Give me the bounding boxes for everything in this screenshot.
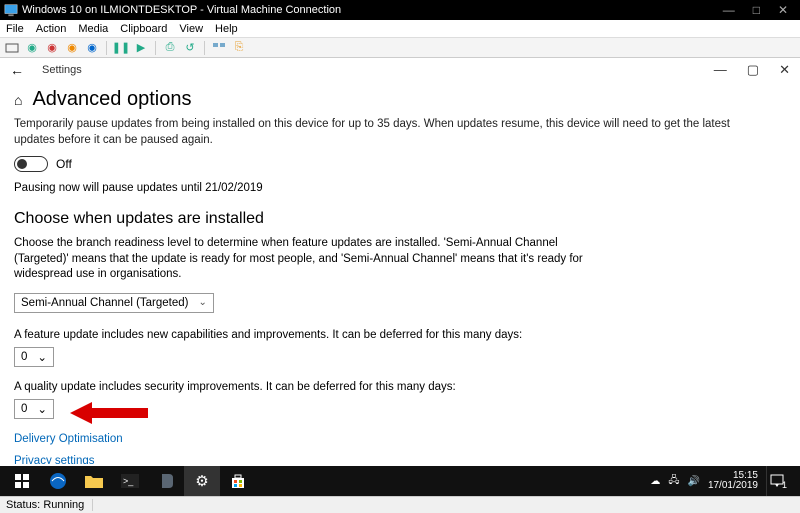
taskbar-terminal-icon[interactable]: >_ <box>112 466 148 496</box>
pause-description: Temporarily pause updates from being ins… <box>14 117 734 148</box>
reset-icon[interactable]: ▶ <box>133 40 149 56</box>
start-icon[interactable]: ◉ <box>24 40 40 56</box>
toolbar-separator <box>204 41 205 55</box>
svg-text:>_: >_ <box>123 476 134 486</box>
home-icon[interactable]: ⌂ <box>14 92 22 108</box>
feature-defer-days-value: 0 <box>21 351 27 363</box>
vm-status-value: Running <box>43 499 84 511</box>
shutdown-icon[interactable]: ◉ <box>64 40 80 56</box>
settings-minimize-button[interactable]: — <box>714 62 727 78</box>
taskbar-edge-icon[interactable] <box>40 466 76 496</box>
pause-until-note: Pausing now will pause updates until 21/… <box>14 182 786 194</box>
vm-menu-media[interactable]: Media <box>78 23 108 35</box>
taskbar-settings-icon[interactable]: ⚙ <box>184 466 220 496</box>
settings-content: ⌂ Advanced options Temporarily pause upd… <box>0 82 800 464</box>
save-icon[interactable]: ◉ <box>84 40 100 56</box>
settings-header: ← Settings — ▢ ✕ <box>0 58 800 82</box>
taskbar-store-icon[interactable] <box>220 466 256 496</box>
taskbar-evernote-icon[interactable] <box>148 466 184 496</box>
vm-status-bar: Status: Running <box>0 496 800 513</box>
tray-volume-icon[interactable]: 🔊 <box>687 476 699 487</box>
pause-icon[interactable]: ❚❚ <box>113 40 129 56</box>
page-title: Advanced options <box>32 88 191 111</box>
quality-update-label: A quality update includes security impro… <box>14 381 786 393</box>
action-center-button[interactable]: 1 <box>766 466 792 496</box>
toolbar-separator <box>155 41 156 55</box>
feature-update-label: A feature update includes new capabiliti… <box>14 329 786 341</box>
share-icon[interactable]: ⎘ <box>231 40 247 56</box>
vm-window-controls: — □ ✕ <box>723 3 796 17</box>
chevron-down-icon: ⌄ <box>37 350 47 364</box>
vm-titlebar: Windows 10 on ILMIONTDESKTOP - Virtual M… <box>0 0 800 20</box>
delivery-optimisation-link[interactable]: Delivery Optimisation <box>14 433 786 445</box>
pause-toggle-label: Off <box>56 157 72 171</box>
notification-count: 1 <box>782 480 787 490</box>
taskbar-file-explorer-icon[interactable] <box>76 466 112 496</box>
taskbar-date: 17/01/2019 <box>708 481 758 492</box>
toolbar-separator <box>106 41 107 55</box>
back-button[interactable]: ← <box>10 62 24 78</box>
choose-heading: Choose when updates are installed <box>14 210 786 228</box>
enhanced-session-icon[interactable] <box>211 40 227 56</box>
revert-icon[interactable]: ↺ <box>182 40 198 56</box>
pause-updates-toggle[interactable] <box>14 156 48 172</box>
vm-menubar: File Action Media Clipboard View Help <box>0 20 800 38</box>
annotation-arrow-icon <box>70 400 150 426</box>
vm-close-button[interactable]: ✕ <box>778 3 788 17</box>
vm-status-label: Status: <box>6 499 40 511</box>
chevron-down-icon: ⌄ <box>37 402 47 416</box>
vm-maximize-button[interactable]: □ <box>753 3 760 17</box>
quality-defer-days-value: 0 <box>21 403 27 415</box>
vm-menu-view[interactable]: View <box>179 23 203 35</box>
vm-app-icon <box>4 3 18 17</box>
vm-toolbar: ◉ ◉ ◉ ◉ ❚❚ ▶ ⎙ ↺ ⎘ <box>0 38 800 58</box>
start-button[interactable] <box>4 466 40 496</box>
vm-menu-clipboard[interactable]: Clipboard <box>120 23 167 35</box>
branch-readiness-value: Semi-Annual Channel (Targeted) <box>21 297 188 309</box>
pause-toggle-row: Off <box>14 156 786 172</box>
vm-minimize-button[interactable]: — <box>723 3 735 17</box>
vm-menu-help[interactable]: Help <box>215 23 238 35</box>
page-title-row: ⌂ Advanced options <box>14 88 786 111</box>
windows-taskbar: >_ ⚙ ☁ 🖧 🔊 15:15 17/01/2019 1 <box>0 466 800 496</box>
vm-menu-action[interactable]: Action <box>36 23 67 35</box>
quality-defer-days-select[interactable]: 0 ⌄ <box>14 399 54 419</box>
taskbar-clock[interactable]: 15:15 17/01/2019 <box>708 471 758 492</box>
ctrl-alt-del-icon[interactable] <box>4 40 20 56</box>
choose-description: Choose the branch readiness level to det… <box>14 236 614 283</box>
privacy-settings-link[interactable]: Privacy settings <box>14 455 786 464</box>
vm-menu-file[interactable]: File <box>6 23 24 35</box>
settings-app-name: Settings <box>42 64 82 76</box>
vm-window-title: Windows 10 on ILMIONTDESKTOP - Virtual M… <box>22 4 723 16</box>
system-tray: ☁ 🖧 🔊 15:15 17/01/2019 1 <box>650 466 796 496</box>
tray-onedrive-icon[interactable]: ☁ <box>650 476 660 487</box>
feature-defer-days-select[interactable]: 0 ⌄ <box>14 347 54 367</box>
chevron-down-icon: ⌄ <box>198 297 206 308</box>
turnoff-icon[interactable]: ◉ <box>44 40 60 56</box>
settings-close-button[interactable]: ✕ <box>779 62 790 78</box>
branch-readiness-select[interactable]: Semi-Annual Channel (Targeted) ⌄ <box>14 293 214 313</box>
checkpoint-icon[interactable]: ⎙ <box>162 40 178 56</box>
tray-network-icon[interactable]: 🖧 <box>668 473 679 490</box>
settings-maximize-button[interactable]: ▢ <box>747 62 759 78</box>
